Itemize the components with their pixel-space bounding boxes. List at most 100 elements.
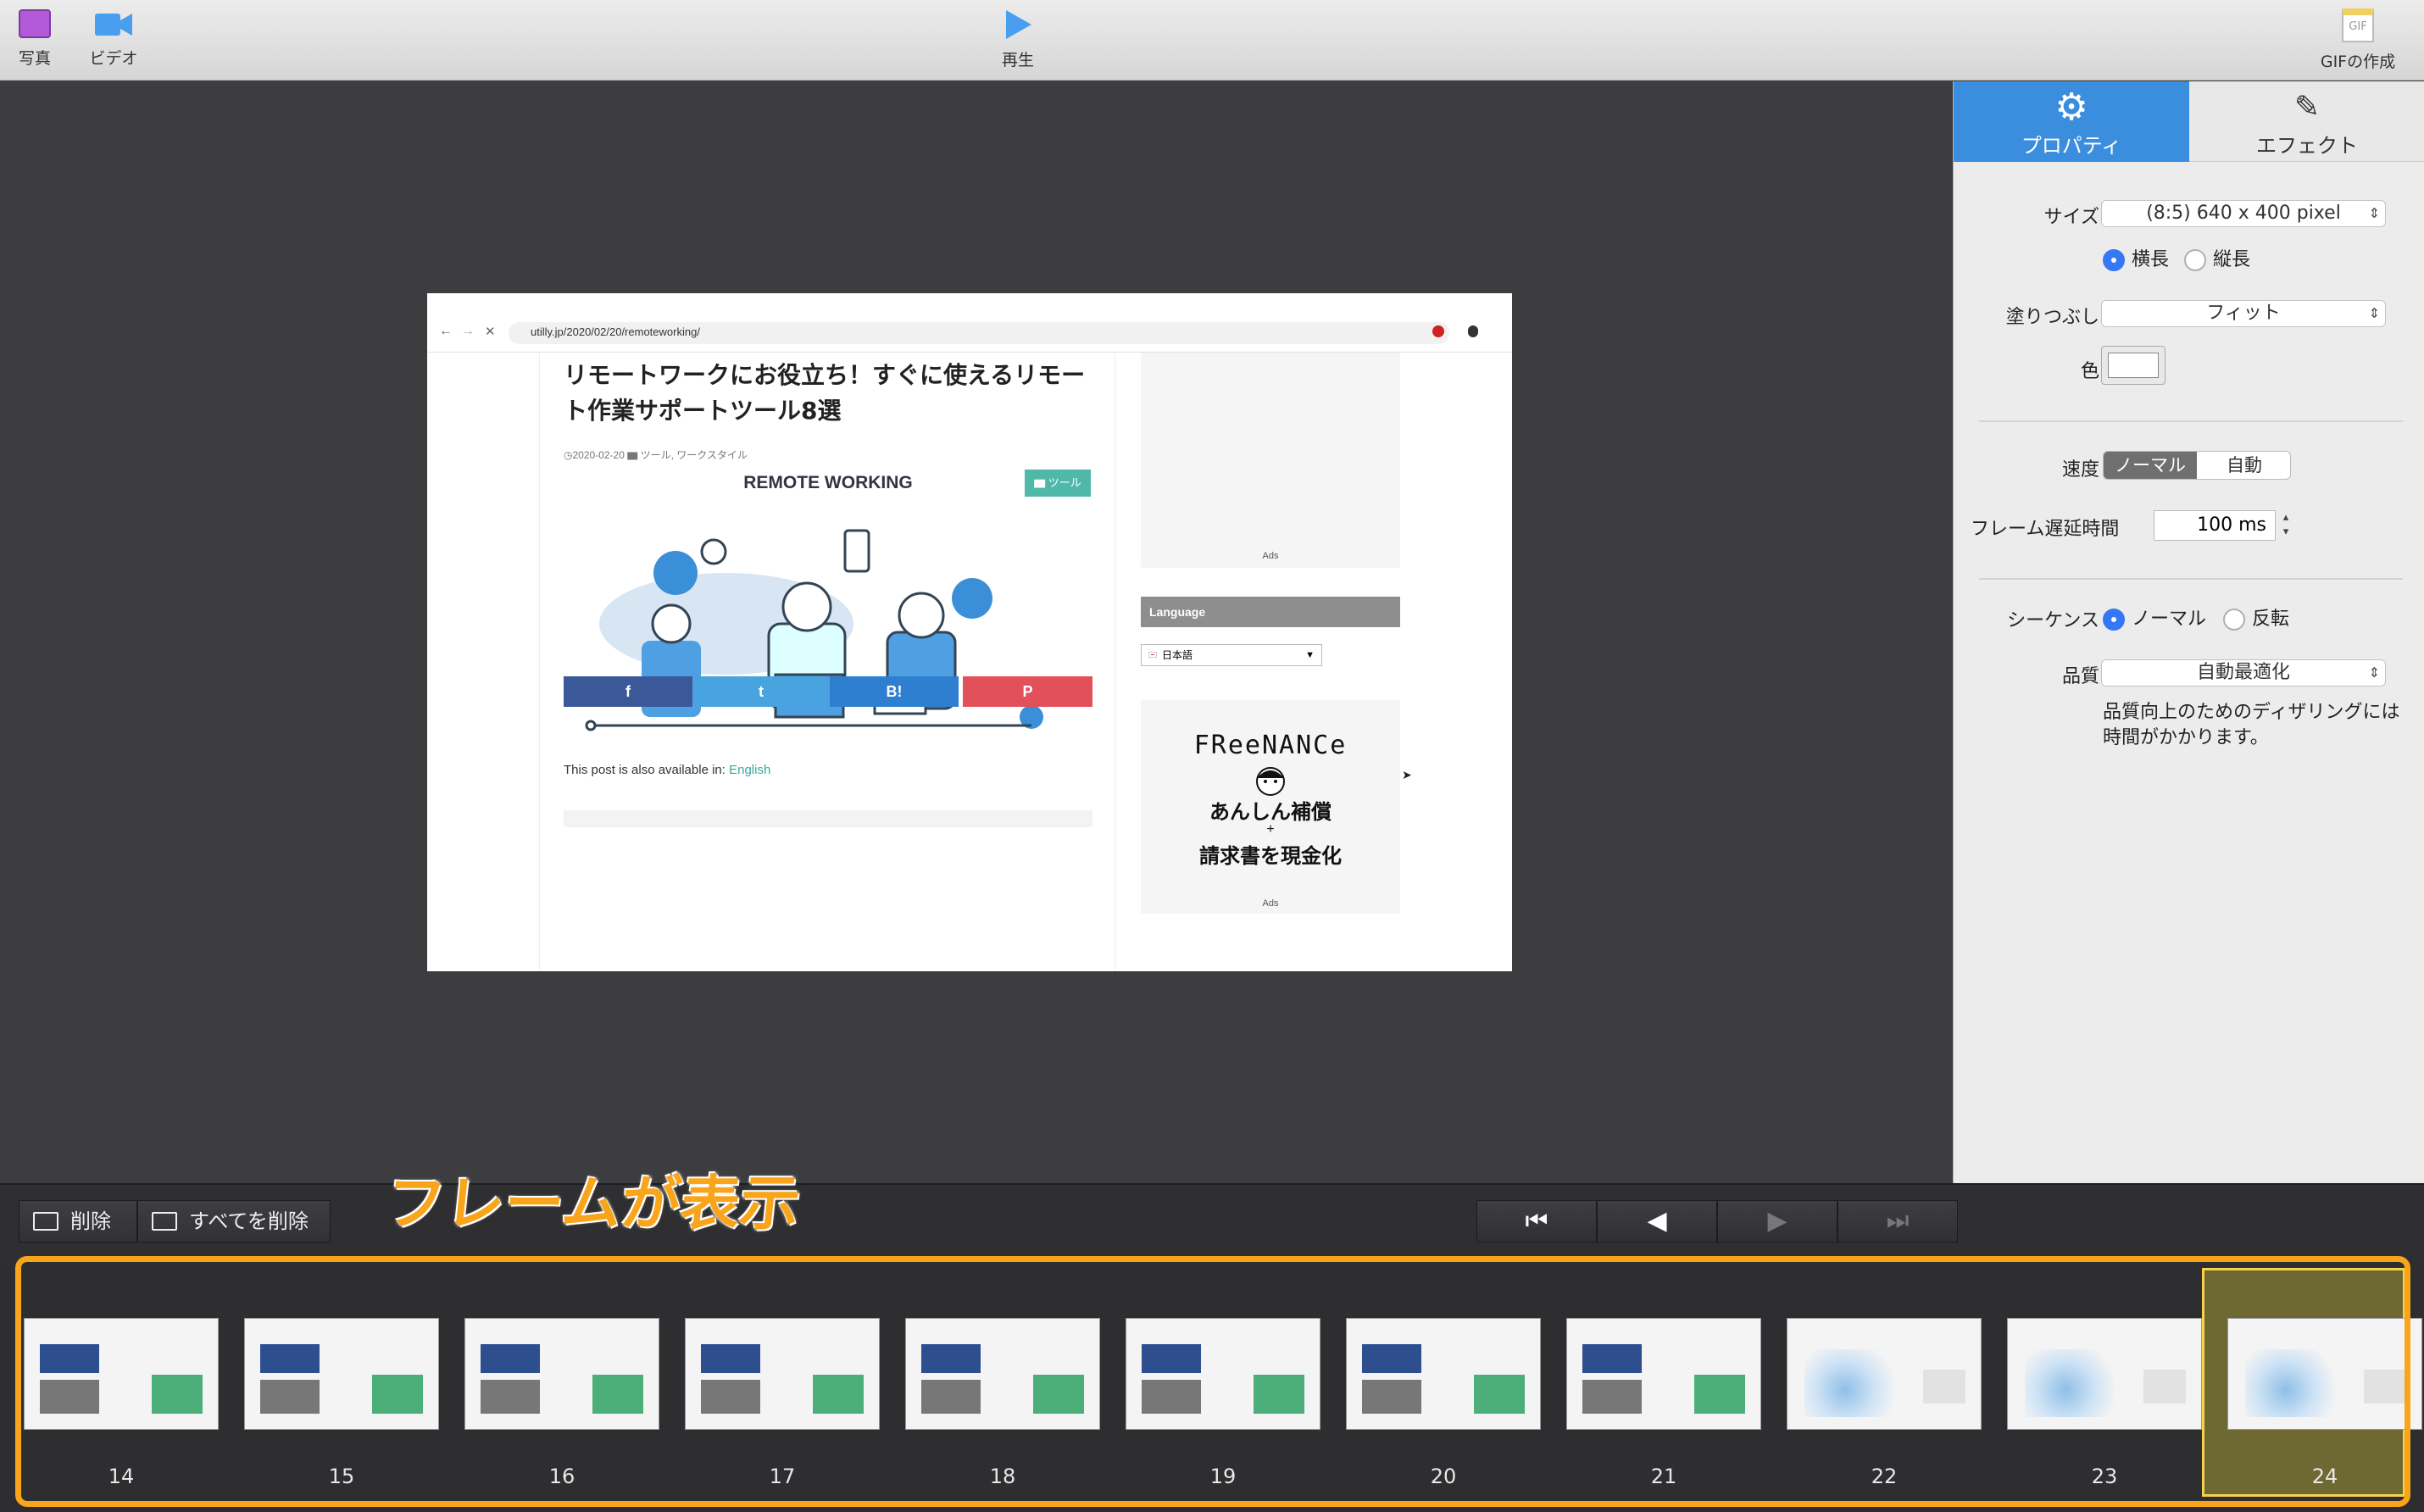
delay-value: 100 ms	[2197, 514, 2266, 536]
quality-select[interactable]: 自動最適化 ⇕	[2101, 659, 2386, 687]
updown-icon: ⇕	[2368, 205, 2380, 221]
orientation-portrait-radio[interactable]: 縦長	[2184, 244, 2250, 271]
play-label: 再生	[1001, 51, 1034, 69]
twitter-share-button[interactable]: t	[697, 676, 826, 707]
delete-all-button[interactable]: すべてを削除	[137, 1200, 331, 1242]
mouse-cursor-icon: ➤	[1402, 768, 1412, 781]
color-label: 色	[2080, 361, 2099, 382]
delay-stepper[interactable]: ▴ ▾	[2279, 510, 2293, 541]
arrow-left-icon: ◀	[1647, 1206, 1667, 1236]
size-select[interactable]: (8:5) 640 x 400 pixel ⇕	[2101, 200, 2386, 227]
article-column: リモートワークにお役立ち！すぐに使えるリモート作業サポートツール8選 ◷2020…	[539, 353, 1115, 971]
orientation-landscape-label: 横長	[2132, 249, 2170, 270]
play-button[interactable]: 再生	[997, 8, 1039, 70]
quality-note-line2: 時間がかかります。	[2103, 727, 2269, 748]
hatena-share-button[interactable]: B!	[830, 676, 959, 707]
updown-icon: ⇕	[2368, 664, 2380, 681]
quality-label: 品質	[2061, 666, 2099, 687]
sequence-reverse-label: 反転	[2252, 609, 2290, 630]
tab-properties[interactable]: ⚙ プロパティ	[1954, 81, 2189, 162]
folder-icon: ▆	[627, 449, 641, 461]
video-button[interactable]: ビデオ	[88, 8, 139, 69]
address-bar: utilly.jp/2020/02/20/remoteworking/	[509, 322, 1449, 344]
sidebar: Ads Language 日本語 ▼ FReeNANCe あんしん補償 + 請求…	[1141, 353, 1400, 971]
arrow-right-icon: ▶	[1767, 1206, 1787, 1236]
sequence-reverse-radio[interactable]: 反転	[2223, 603, 2289, 631]
fill-select[interactable]: フィット ⇕	[2101, 300, 2386, 327]
quality-note: 品質向上のためのディザリングには 時間がかかります。	[2103, 700, 2399, 751]
previous-frame-button[interactable]: ◀	[1597, 1200, 1717, 1242]
freenance-plus: +	[1266, 822, 1275, 837]
sequence-normal-radio[interactable]: ノーマル	[2103, 603, 2206, 631]
chevron-down-icon: ▼	[1305, 650, 1315, 660]
tab-properties-label: プロパティ	[2021, 134, 2122, 158]
post-categories: ツール, ワークスタイル	[640, 449, 748, 461]
speed-segmented-control: ノーマル 自動	[2103, 451, 2291, 480]
speed-normal-segment[interactable]: ノーマル	[2104, 452, 2197, 479]
also-available-text: This post is also available in:	[564, 763, 726, 777]
play-icon	[1006, 10, 1031, 39]
stop-icon	[1432, 325, 1444, 337]
magic-wand-icon: ✎	[2293, 90, 2321, 125]
back-arrow-icon: ←	[439, 324, 453, 338]
app-window: 写真 ビデオ 再生 GIF GIFの作成 ← → ✕ utilly.jp/202…	[0, 0, 2424, 1512]
remote-working-illustration	[585, 529, 1043, 731]
language-header: Language	[1141, 597, 1400, 627]
ads-label: Ads	[1262, 551, 1279, 561]
properties-panel: ⚙ プロパティ ✎ エフェクト サイズ (8:5) 640 x 400 pixe…	[1953, 81, 2424, 1183]
clock-icon: ◷	[564, 449, 573, 461]
gif-label: GIFの作成	[2320, 53, 2396, 71]
radio-on-icon	[2103, 249, 2125, 271]
freenance-ad[interactable]: FReeNANCe あんしん補償 + 請求書を現金化 Ads	[1141, 700, 1400, 914]
close-icon: ✕	[485, 325, 496, 339]
pocket-share-button[interactable]: P	[963, 676, 1092, 707]
first-frame-button[interactable]: ⏮	[1476, 1200, 1597, 1242]
fill-value: フィット	[2206, 303, 2281, 324]
content-box	[564, 810, 1092, 827]
freenance-line2: 請求書を現金化	[1199, 844, 1342, 868]
ads-label: Ads	[1262, 898, 1279, 909]
delay-input[interactable]: 100 ms	[2154, 510, 2276, 541]
delete-button[interactable]: 削除	[19, 1200, 137, 1242]
create-gif-button[interactable]: GIF GIFの作成	[2319, 8, 2397, 72]
facebook-share-button[interactable]: f	[564, 676, 692, 707]
radio-off-icon	[2184, 249, 2206, 271]
also-available: This post is also available in: English	[564, 763, 770, 777]
separator	[1979, 578, 2403, 580]
quality-value: 自動最適化	[2196, 662, 2290, 683]
annotation-outline	[15, 1256, 2410, 1507]
browser-bar: ← → ✕ utilly.jp/2020/02/20/remoteworking…	[427, 293, 1512, 353]
next-frame-button[interactable]: ▶	[1717, 1200, 1837, 1242]
gear-icon: ⚙	[2054, 86, 2088, 129]
skip-to-start-icon: ⏮	[1525, 1206, 1548, 1236]
video-label: ビデオ	[89, 49, 138, 68]
preview-canvas: ← → ✕ utilly.jp/2020/02/20/remoteworking…	[0, 81, 1953, 1183]
english-link[interactable]: English	[729, 763, 770, 777]
last-frame-button[interactable]: ⏭	[1837, 1200, 1958, 1242]
speed-label: 速度	[2061, 459, 2099, 481]
image-icon	[152, 1212, 177, 1231]
language-select[interactable]: 日本語 ▼	[1141, 644, 1322, 666]
quality-note-line1: 品質向上のためのディザリングには	[2103, 702, 2400, 723]
skip-to-end-icon: ⏭	[1886, 1206, 1910, 1236]
radio-off-icon	[2223, 609, 2245, 631]
share-buttons: f t B! P	[564, 676, 1092, 707]
tab-effects-label: エフェクト	[2256, 134, 2358, 158]
freenance-face-icon	[1256, 767, 1285, 796]
ad-box-top: Ads	[1141, 353, 1400, 568]
freenance-line1: あんしん補償	[1209, 800, 1332, 824]
orientation-landscape-radio[interactable]: 横長	[2103, 244, 2169, 271]
post-date: 2020-02-20	[572, 449, 625, 461]
sequence-label: シーケンス	[2007, 610, 2099, 631]
image-icon	[33, 1212, 58, 1231]
tab-effects[interactable]: ✎ エフェクト	[2189, 81, 2424, 162]
speed-auto-segment[interactable]: 自動	[2197, 452, 2290, 479]
toolbar: 写真 ビデオ 再生 GIF GIFの作成	[0, 0, 2424, 81]
separator	[1979, 420, 2403, 422]
photo-label: 写真	[18, 49, 51, 68]
delete-all-label: すべてを削除	[189, 1209, 309, 1233]
size-value: (8:5) 640 x 400 pixel	[2146, 203, 2341, 224]
annotation-callout: フレームが表示	[382, 1169, 803, 1238]
color-well[interactable]	[2101, 346, 2165, 385]
photo-button[interactable]: 写真	[15, 8, 54, 69]
